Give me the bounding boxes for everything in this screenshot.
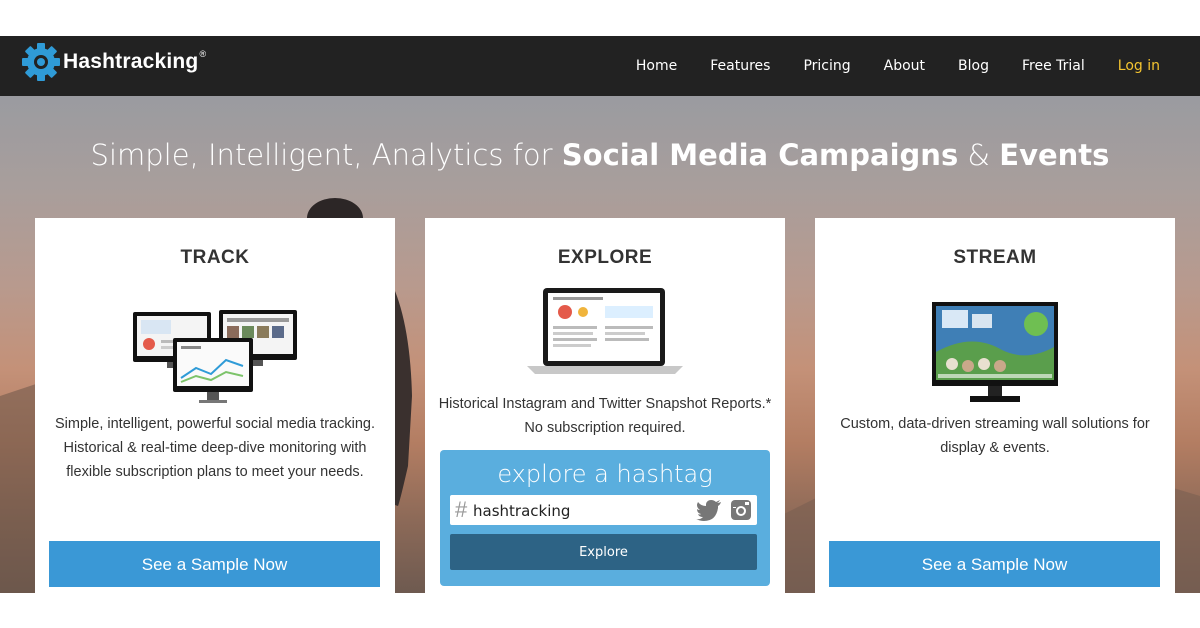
hero-title-events: Events bbox=[999, 138, 1110, 172]
explore-hashtag-heading: explore a hashtag bbox=[497, 460, 713, 488]
explore-button[interactable]: Explore bbox=[450, 534, 757, 570]
stream-card: STREAM Custom, data-driven streaming wal… bbox=[815, 218, 1175, 593]
nav-about[interactable]: About bbox=[884, 58, 925, 74]
stream-title: STREAM bbox=[953, 247, 1037, 268]
main-nav: Home Features Pricing About Blog Free Tr… bbox=[603, 36, 1160, 96]
stream-description: Custom, data-driven streaming wall solut… bbox=[840, 416, 1150, 456]
laptop-report-illustration-icon bbox=[527, 288, 683, 374]
nav-features[interactable]: Features bbox=[710, 58, 770, 74]
instagram-icon[interactable] bbox=[730, 499, 752, 521]
track-sample-button[interactable]: See a Sample Now bbox=[49, 541, 380, 587]
hero-title-light: Simple, Intelligent, Analytics for bbox=[90, 138, 562, 172]
brand-name: Hashtracking bbox=[63, 50, 199, 73]
gear-hashtag-logo-icon bbox=[22, 43, 60, 81]
track-card: TRACK Simple, intelligent, powerful soci… bbox=[35, 218, 395, 593]
nav-blog[interactable]: Blog bbox=[958, 58, 989, 74]
monitors-dashboard-illustration-icon bbox=[133, 310, 297, 403]
track-description: Simple, intelligent, powerful social med… bbox=[55, 416, 375, 480]
nav-home[interactable]: Home bbox=[636, 58, 677, 74]
nav-free-trial[interactable]: Free Trial bbox=[1022, 58, 1085, 74]
hero-title-campaigns: Social Media Campaigns bbox=[561, 138, 959, 172]
hashtag-input-wrapper: # bbox=[450, 495, 757, 525]
nav-pricing[interactable]: Pricing bbox=[803, 58, 850, 74]
hero-headline: Simple, Intelligent, Analytics for Socia… bbox=[0, 138, 1200, 172]
brand-logo[interactable]: Hashtracking ® bbox=[21, 42, 206, 82]
nav-login[interactable]: Log in bbox=[1118, 58, 1160, 74]
hash-symbol: # bbox=[455, 497, 468, 522]
top-navbar: Hashtracking ® Home Features Pricing Abo… bbox=[0, 36, 1200, 96]
registered-mark: ® bbox=[199, 49, 207, 59]
explore-description: Historical Instagram and Twitter Snapsho… bbox=[438, 396, 772, 436]
hero-title-amp: & bbox=[958, 138, 1000, 172]
explore-hashtag-box: explore a hashtag # Explore bbox=[440, 450, 770, 586]
hashtag-input[interactable] bbox=[471, 499, 695, 523]
stream-sample-button[interactable]: See a Sample Now bbox=[829, 541, 1160, 587]
explore-title: EXPLORE bbox=[557, 247, 653, 268]
track-title: TRACK bbox=[180, 247, 250, 268]
streaming-wall-tv-illustration-icon bbox=[932, 302, 1058, 402]
twitter-icon[interactable] bbox=[696, 499, 722, 521]
